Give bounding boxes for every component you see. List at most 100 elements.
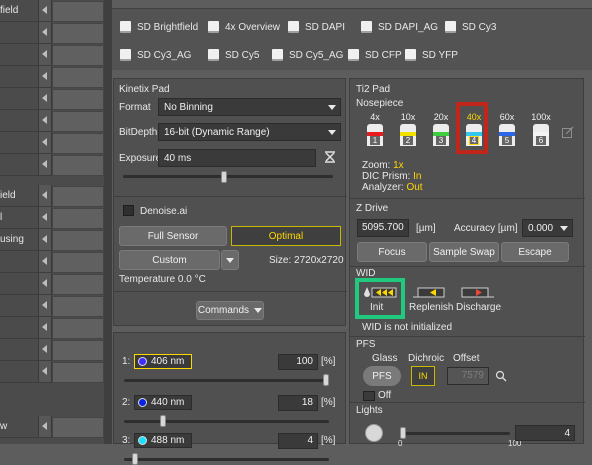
custom-button[interactable]: Custom bbox=[119, 250, 220, 270]
objective-4x[interactable]: 4x 1 bbox=[364, 112, 386, 146]
optical-config-button[interactable]: SD DAPI_AG bbox=[361, 19, 438, 35]
left-list-row-value[interactable] bbox=[52, 252, 104, 273]
left-list-row-value[interactable] bbox=[52, 111, 104, 132]
left-list-row[interactable]: using bbox=[0, 229, 104, 251]
offset-input[interactable]: 7579 bbox=[447, 367, 489, 385]
init-button[interactable]: Init bbox=[359, 282, 401, 315]
chevron-left-icon[interactable] bbox=[38, 251, 52, 272]
laser-line-toggle[interactable]: 406 nm bbox=[134, 354, 192, 369]
left-list-row[interactable] bbox=[0, 361, 104, 383]
full-sensor-button[interactable]: Full Sensor bbox=[119, 226, 227, 246]
pfs-toggle-button[interactable]: PFS bbox=[363, 366, 401, 386]
left-list-row-value[interactable] bbox=[52, 230, 104, 251]
z-position-input[interactable]: 5095.700 bbox=[357, 219, 409, 237]
chevron-left-icon[interactable] bbox=[38, 132, 52, 153]
left-list-row-value[interactable] bbox=[52, 1, 104, 22]
laser-line-toggle[interactable]: 440 nm bbox=[134, 395, 192, 410]
left-list-row[interactable] bbox=[0, 44, 104, 66]
optical-config-button[interactable]: SD Brightfield bbox=[120, 19, 198, 35]
denoise-checkbox[interactable] bbox=[123, 205, 134, 216]
left-list-row[interactable] bbox=[0, 317, 104, 339]
optical-config-button[interactable]: SD Cy5 bbox=[208, 47, 259, 63]
objective-20x[interactable]: 20x 3 bbox=[430, 112, 452, 146]
left-list-row-value[interactable] bbox=[52, 67, 104, 88]
format-select[interactable]: No Binning bbox=[158, 98, 341, 116]
left-list-row-value[interactable] bbox=[52, 318, 104, 339]
optical-config-button[interactable]: SD DAPI bbox=[288, 19, 345, 35]
sample-swap-button[interactable]: Sample Swap bbox=[429, 242, 499, 262]
left-list-row-value[interactable] bbox=[52, 45, 104, 66]
chevron-left-icon[interactable] bbox=[38, 44, 52, 65]
accuracy-select[interactable]: 0.000 bbox=[522, 219, 573, 237]
left-list-row[interactable] bbox=[0, 154, 104, 176]
left-list-row[interactable] bbox=[0, 295, 104, 317]
chevron-left-icon[interactable] bbox=[38, 273, 52, 294]
escape-button[interactable]: Escape bbox=[501, 242, 569, 262]
exposure-slider-handle[interactable] bbox=[221, 171, 227, 183]
discharge-button[interactable]: Discharge bbox=[454, 282, 501, 315]
objective-60x[interactable]: 60x 5 bbox=[496, 112, 518, 146]
dichroic-in-button[interactable]: IN bbox=[411, 366, 435, 386]
chevron-left-icon[interactable] bbox=[38, 66, 52, 87]
lights-value-input[interactable]: 4 bbox=[515, 425, 575, 441]
left-list-row-value[interactable] bbox=[52, 340, 104, 361]
laser-power-input[interactable]: 4 bbox=[278, 433, 318, 449]
commands-button[interactable]: Commands bbox=[196, 301, 264, 320]
optical-config-button[interactable]: SD YFP bbox=[405, 47, 458, 63]
laser-power-slider-handle[interactable] bbox=[160, 415, 166, 427]
chevron-left-icon[interactable] bbox=[38, 416, 52, 437]
laser-power-slider-handle[interactable] bbox=[323, 374, 329, 386]
exposure-auto-icon[interactable] bbox=[323, 150, 337, 164]
left-list-row[interactable] bbox=[0, 66, 104, 88]
laser-power-input[interactable]: 100 bbox=[278, 354, 318, 370]
lamp-icon[interactable] bbox=[365, 424, 383, 442]
optical-config-button[interactable]: SD CFP bbox=[348, 47, 402, 63]
left-list-row-value[interactable] bbox=[52, 208, 104, 229]
chevron-left-icon[interactable] bbox=[38, 207, 52, 228]
replenish-button[interactable]: Replenish bbox=[408, 282, 453, 315]
left-list-row-value[interactable] bbox=[52, 89, 104, 110]
offset-search-icon[interactable] bbox=[495, 370, 507, 382]
left-list-row-value[interactable] bbox=[52, 362, 104, 383]
left-list-row[interactable] bbox=[0, 22, 104, 44]
chevron-left-icon[interactable] bbox=[38, 88, 52, 109]
chevron-left-icon[interactable] bbox=[38, 317, 52, 338]
chevron-left-icon[interactable] bbox=[38, 295, 52, 316]
chevron-left-icon[interactable] bbox=[38, 22, 52, 43]
chevron-left-icon[interactable] bbox=[38, 361, 52, 382]
optimal-button[interactable]: Optimal bbox=[231, 226, 341, 246]
chevron-left-icon[interactable] bbox=[38, 0, 52, 21]
focus-button[interactable]: Focus bbox=[357, 242, 427, 262]
left-list-row[interactable] bbox=[0, 88, 104, 110]
left-list-row-value[interactable] bbox=[52, 186, 104, 207]
laser-power-input[interactable]: 18 bbox=[278, 395, 318, 411]
left-list-row[interactable] bbox=[0, 132, 104, 154]
left-list-row[interactable] bbox=[0, 273, 104, 295]
optical-config-button[interactable]: 4x Overview bbox=[208, 19, 280, 35]
exposure-slider-track[interactable] bbox=[123, 175, 333, 178]
chevron-left-icon[interactable] bbox=[38, 339, 52, 360]
left-list-row-value[interactable] bbox=[52, 296, 104, 317]
left-list-row[interactable]: l bbox=[0, 207, 104, 229]
chevron-left-icon[interactable] bbox=[38, 154, 52, 175]
optical-config-button[interactable]: SD Cy5_AG bbox=[272, 47, 343, 63]
left-list-row-value[interactable] bbox=[52, 23, 104, 44]
laser-power-slider-handle[interactable] bbox=[132, 453, 138, 465]
objective-10x[interactable]: 10x 2 bbox=[397, 112, 419, 146]
chevron-left-icon[interactable] bbox=[38, 229, 52, 250]
custom-dropdown-button[interactable] bbox=[221, 250, 239, 270]
chevron-left-icon[interactable] bbox=[38, 110, 52, 131]
optical-config-button[interactable]: SD Cy3 bbox=[445, 19, 496, 35]
lights-slider-handle[interactable] bbox=[400, 427, 406, 439]
laser-power-slider-track[interactable] bbox=[124, 420, 329, 423]
left-list-row[interactable]: field bbox=[0, 0, 104, 22]
laser-power-slider-track[interactable] bbox=[124, 458, 329, 461]
laser-line-toggle[interactable]: 488 nm bbox=[134, 433, 192, 448]
left-list-row-value[interactable] bbox=[52, 133, 104, 154]
external-window-icon[interactable] bbox=[562, 126, 574, 138]
left-list-row[interactable] bbox=[0, 251, 104, 273]
left-list-row[interactable] bbox=[0, 339, 104, 361]
bitdepth-select[interactable]: 16-bit (Dynamic Range) bbox=[158, 123, 341, 141]
exposure-input[interactable]: 40 ms bbox=[158, 149, 316, 167]
chevron-left-icon[interactable] bbox=[38, 185, 52, 206]
